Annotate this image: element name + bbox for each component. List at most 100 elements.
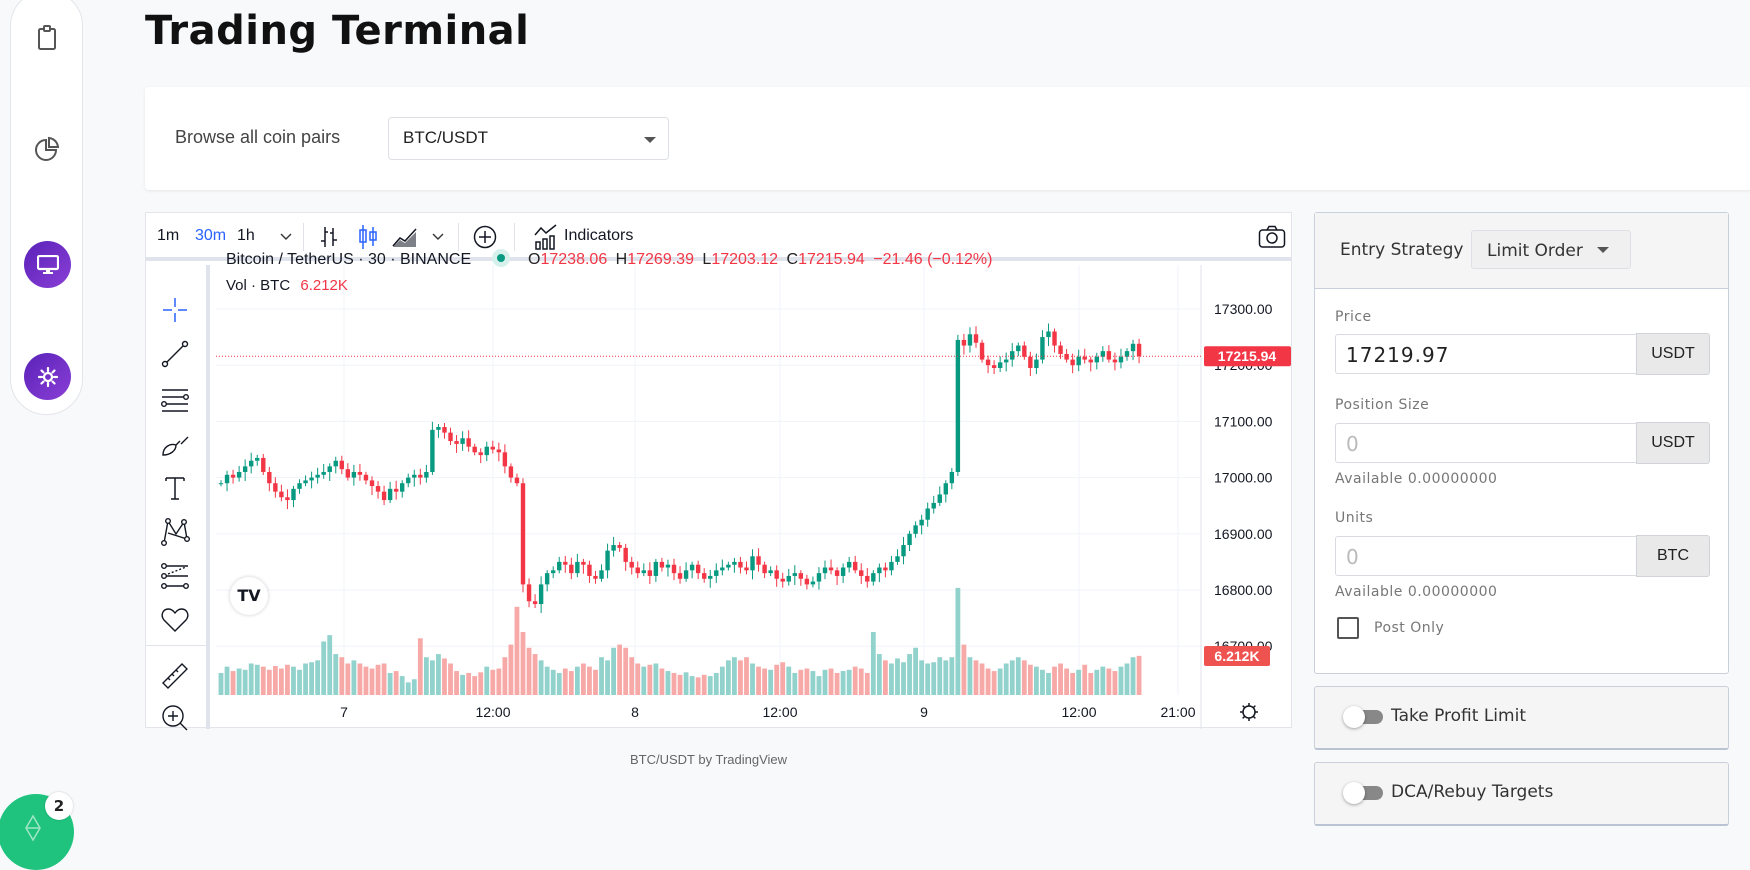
candle	[249, 452, 254, 474]
take-profit-toggle[interactable]	[1343, 706, 1383, 728]
candle	[919, 514, 924, 535]
market-status-dot	[491, 249, 510, 267]
volume-bar	[979, 663, 985, 695]
candle-body	[1052, 331, 1057, 346]
candle-body	[931, 502, 936, 509]
candle-body	[677, 573, 683, 579]
candle	[671, 558, 677, 581]
volume-bar	[611, 647, 616, 695]
dca-section: DCA/Rebuy Targets	[1314, 762, 1729, 826]
post-only-checkbox[interactable]	[1337, 617, 1359, 639]
change-value: −21.46 (−0.12%)	[873, 251, 993, 268]
candle	[629, 556, 634, 575]
candle-body	[236, 471, 242, 478]
volume-bar	[520, 632, 526, 695]
candle-body	[714, 570, 719, 576]
volume-bar	[285, 664, 290, 695]
volume-bar	[671, 672, 677, 695]
candle-body	[466, 438, 471, 447]
candle	[991, 360, 997, 375]
candle	[846, 556, 852, 573]
chart-legend: Bitcoin / TetherUS · 30 · BINANCE O17238…	[226, 249, 992, 294]
units-unit-button[interactable]: BTC	[1636, 535, 1710, 577]
candle-body	[961, 339, 967, 346]
tradingview-chart[interactable]: 1m 30m 1h Indicators 17300.0017200.00171…	[145, 212, 1292, 731]
candle	[508, 463, 514, 483]
volume-bar	[381, 663, 387, 695]
position-size-input[interactable]: 0	[1335, 423, 1637, 463]
volume-bar	[919, 660, 925, 695]
clipboard-icon[interactable]	[33, 24, 61, 52]
candle-body	[683, 570, 689, 579]
candle-body	[563, 561, 568, 565]
candle	[677, 566, 683, 584]
symbol-title: Bitcoin / TetherUS · 30 · BINANCE	[226, 251, 472, 268]
volume-bar	[689, 676, 695, 695]
candle	[756, 548, 761, 572]
monitor-icon[interactable]	[24, 241, 71, 288]
candle	[605, 543, 610, 579]
volume-bar	[279, 668, 284, 695]
candle-body	[1040, 337, 1045, 360]
volume-bar	[961, 644, 967, 695]
candle	[780, 572, 785, 588]
candle	[611, 537, 616, 557]
y-tick-label: 16900.00	[1214, 526, 1273, 542]
candle-body	[1034, 359, 1039, 369]
volume-bar	[1009, 660, 1015, 695]
candle-body	[804, 578, 810, 585]
volume-bar	[508, 644, 514, 695]
candle	[816, 567, 822, 590]
position-size-label: Position Size	[1335, 397, 1430, 413]
candle-body	[327, 466, 332, 472]
units-input[interactable]: 0	[1335, 536, 1637, 576]
volume-bar	[876, 654, 882, 695]
volume-bar	[641, 666, 647, 695]
coin-pair-select[interactable]: BTC/USDT	[388, 117, 669, 160]
volume-bar	[822, 669, 828, 695]
volume-bar	[333, 654, 339, 695]
volume-bar	[810, 671, 816, 695]
volume-bar	[623, 647, 629, 695]
volume-bar	[339, 657, 345, 695]
candle-body	[321, 471, 326, 475]
dca-toggle[interactable]	[1343, 782, 1383, 804]
candle-body	[424, 471, 429, 478]
candle-body	[949, 471, 955, 484]
candle	[526, 578, 532, 608]
volume-bar	[351, 660, 357, 695]
volume-bar	[466, 672, 472, 695]
volume-bar	[526, 647, 532, 695]
gear-tooth	[1252, 715, 1256, 719]
candle-body	[726, 564, 731, 568]
candle-body	[1022, 345, 1027, 357]
candle-body	[357, 471, 363, 475]
candle-body	[279, 491, 284, 498]
gear-icon[interactable]	[24, 353, 71, 400]
volume-bar	[846, 669, 852, 695]
position-size-unit-button[interactable]: USDT	[1636, 422, 1710, 464]
volume-bar	[1003, 663, 1009, 695]
candle	[563, 555, 568, 573]
close-value: 17215.94	[798, 251, 865, 268]
candle	[472, 443, 477, 456]
volume-bar	[605, 660, 610, 695]
volume-bar	[1124, 663, 1130, 695]
volume-bar	[599, 657, 604, 695]
candle	[575, 553, 580, 578]
candle	[1076, 349, 1081, 372]
entry-strategy-select[interactable]: Limit Order	[1471, 230, 1631, 269]
candle	[236, 465, 242, 482]
price-input[interactable]: 17219.97	[1335, 334, 1637, 374]
candle-body	[997, 362, 1003, 369]
candle	[720, 559, 725, 576]
price-unit-button[interactable]: USDT	[1636, 333, 1710, 375]
volume-bar	[943, 660, 949, 695]
candle-body	[937, 494, 942, 503]
volume-bar	[707, 676, 713, 695]
volume-bar	[804, 668, 810, 695]
chart-settings-icon[interactable]	[1240, 703, 1258, 721]
volume-bar	[768, 669, 774, 695]
candle	[412, 469, 417, 487]
pie-chart-icon[interactable]	[33, 135, 61, 163]
